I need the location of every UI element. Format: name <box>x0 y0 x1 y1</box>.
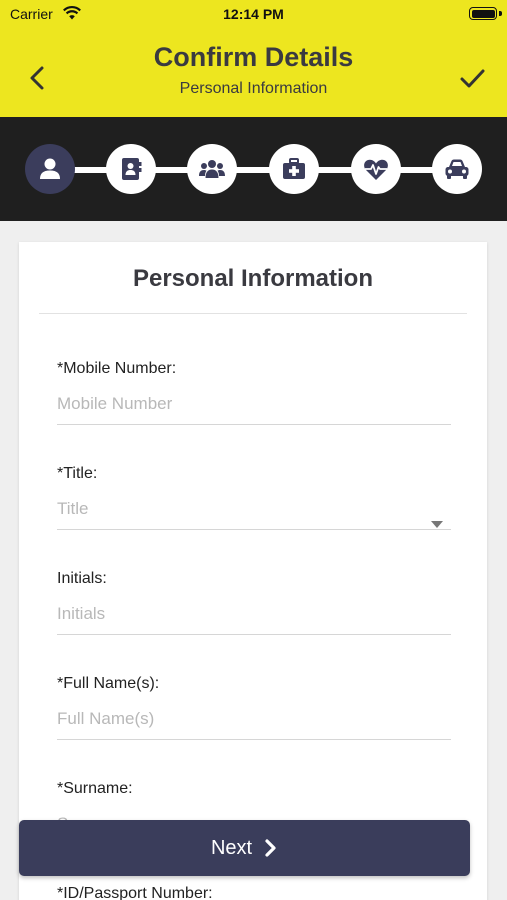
step-medical[interactable] <box>269 144 319 194</box>
mobile-number-input[interactable] <box>57 394 451 425</box>
initials-input[interactable] <box>57 604 451 635</box>
card-title: Personal Information <box>132 265 374 292</box>
title-select[interactable] <box>57 499 451 530</box>
chevron-right-icon <box>265 839 276 857</box>
full-names-field: *Full Name(s): <box>57 675 451 740</box>
progress-stepper <box>0 117 507 221</box>
step-health[interactable] <box>351 144 401 194</box>
step-personal[interactable] <box>25 144 75 194</box>
card-divider <box>39 313 467 314</box>
initials-field: Initials: <box>57 570 451 635</box>
mobile-number-label: *Mobile Number: <box>57 360 177 377</box>
personal-info-card: Personal Information *Mobile Number: *Ti… <box>19 242 487 900</box>
next-button-label: Next <box>210 836 253 859</box>
step-family[interactable] <box>187 144 237 194</box>
battery-tip <box>499 11 502 16</box>
full-names-label: *Full Name(s): <box>57 675 160 692</box>
title-field: *Title: <box>57 465 451 530</box>
step-vehicle[interactable] <box>432 144 482 194</box>
title-label: *Title: <box>57 465 98 482</box>
id-passport-field: *ID/Passport Number: <box>57 885 451 900</box>
medical-kit-icon <box>283 158 305 179</box>
header-bar: Carrier 12:14 PM Confirm Details Persona… <box>0 0 507 117</box>
id-passport-label: *ID/Passport Number: <box>57 885 213 900</box>
contact-book-icon <box>122 158 142 180</box>
step-contact[interactable] <box>106 144 156 194</box>
full-names-input[interactable] <box>57 709 451 740</box>
group-icon <box>199 160 225 178</box>
user-icon <box>40 158 60 179</box>
initials-label: Initials: <box>57 570 107 587</box>
battery-icon <box>469 7 497 20</box>
clock-time: 12:14 PM <box>223 6 284 22</box>
car-icon <box>445 159 469 179</box>
page-title: Confirm Details <box>153 42 354 72</box>
mobile-number-field: *Mobile Number: <box>57 360 451 425</box>
status-bar: Carrier 12:14 PM <box>0 0 507 28</box>
page-subtitle: Personal Information <box>179 80 328 97</box>
chevron-down-icon[interactable] <box>431 521 443 528</box>
heartbeat-icon <box>364 159 388 180</box>
confirm-check-button[interactable] <box>457 62 487 94</box>
next-button[interactable]: Next <box>19 820 470 876</box>
surname-label: *Surname: <box>57 780 133 797</box>
